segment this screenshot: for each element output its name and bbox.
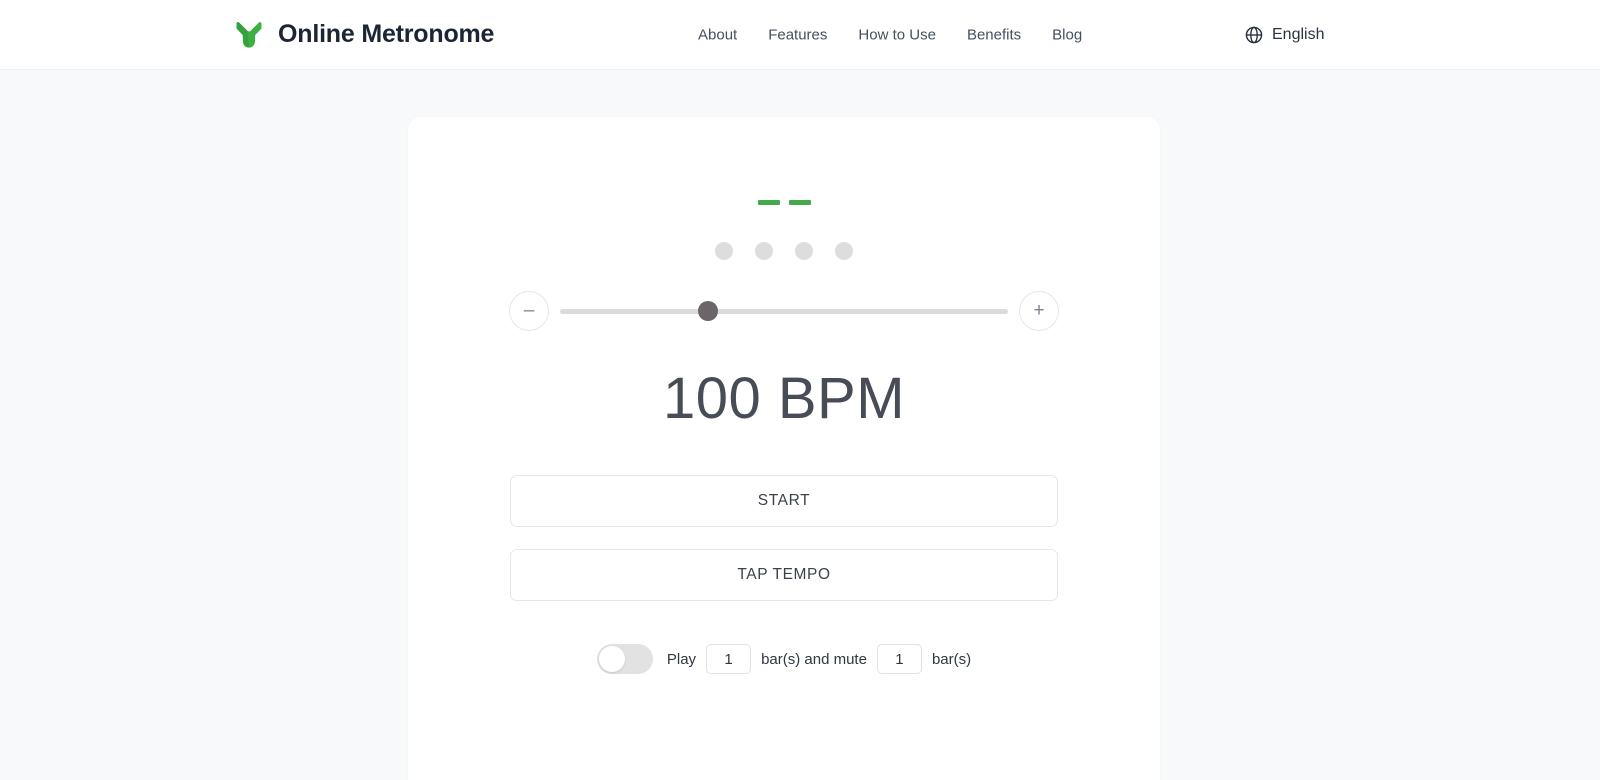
globe-icon bbox=[1245, 26, 1263, 44]
beat-indicator-dots bbox=[408, 242, 1160, 260]
beat-dot-4[interactable] bbox=[835, 242, 853, 260]
tap-tempo-button[interactable]: TAP TEMPO bbox=[510, 549, 1058, 601]
pendulum-bar-right bbox=[788, 199, 811, 205]
beat-dot-3[interactable] bbox=[795, 242, 813, 260]
page-body: – + 100 BPM START TAP TEMPO Play bar(s) … bbox=[0, 70, 1600, 780]
metronome-m-logo-icon bbox=[232, 18, 266, 52]
main-nav: About Features How to Use Benefits Blog bbox=[698, 26, 1082, 43]
brand-logo-link[interactable]: Online Metronome bbox=[232, 18, 494, 52]
mute-bars-input[interactable] bbox=[876, 644, 922, 674]
bpm-slider[interactable] bbox=[560, 291, 1008, 331]
tempo-control-row: – + bbox=[408, 291, 1160, 331]
bpm-slider-track bbox=[560, 308, 1008, 314]
nav-item-features[interactable]: Features bbox=[768, 26, 827, 43]
play-mute-toggle[interactable] bbox=[596, 644, 653, 674]
nav-item-about[interactable]: About bbox=[698, 26, 737, 43]
bpm-readout: 100 BPM bbox=[662, 366, 906, 431]
bars-suffix-label: bar(s) bbox=[931, 650, 972, 668]
bpm-slider-thumb[interactable] bbox=[697, 301, 718, 321]
pendulum-indicator bbox=[408, 189, 1160, 215]
metronome-card: – + 100 BPM START TAP TEMPO Play bar(s) … bbox=[408, 117, 1160, 780]
language-label: English bbox=[1272, 25, 1325, 43]
language-switcher[interactable]: English bbox=[1245, 26, 1324, 44]
increase-bpm-button[interactable]: + bbox=[1019, 291, 1059, 331]
pendulum-bar-left bbox=[757, 199, 780, 205]
play-bars-input[interactable] bbox=[706, 644, 752, 674]
toggle-knob bbox=[598, 646, 625, 672]
and-mute-label: bar(s) and mute bbox=[761, 650, 867, 668]
beat-dot-2[interactable] bbox=[755, 242, 773, 260]
decrease-bpm-button[interactable]: – bbox=[509, 291, 549, 331]
start-button[interactable]: START bbox=[510, 475, 1058, 527]
nav-item-blog[interactable]: Blog bbox=[1052, 26, 1082, 43]
action-buttons: START TAP TEMPO bbox=[408, 475, 1160, 601]
site-header: Online Metronome About Features How to U… bbox=[0, 0, 1600, 70]
play-label: Play bbox=[666, 650, 697, 668]
nav-item-benefits[interactable]: Benefits bbox=[967, 26, 1021, 43]
beat-dot-1[interactable] bbox=[715, 242, 733, 260]
play-mute-bars-row: Play bar(s) and mute bar(s) bbox=[408, 644, 1160, 674]
brand-title: Online Metronome bbox=[278, 20, 495, 48]
nav-item-how-to-use[interactable]: How to Use bbox=[858, 26, 936, 43]
